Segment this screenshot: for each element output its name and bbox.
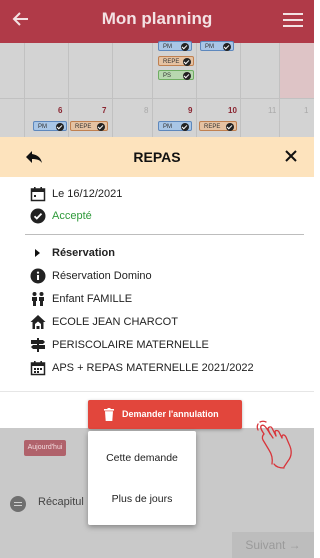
check-icon — [226, 123, 234, 131]
tag-pm[interactable]: PM — [158, 121, 192, 131]
info-icon — [30, 268, 46, 284]
option-this-request[interactable]: Cette demande — [88, 452, 196, 464]
tag-pm[interactable]: PM — [33, 121, 67, 131]
day-number: 1 — [304, 106, 309, 115]
app-header: Mon planning — [0, 0, 314, 43]
check-icon — [223, 43, 231, 51]
day-number: 9 — [188, 106, 193, 115]
calendar-highlight-column — [279, 43, 314, 98]
day-number: 8 — [144, 106, 149, 115]
day-number: 10 — [228, 106, 237, 115]
check-icon — [183, 72, 191, 80]
pointing-hand-icon — [256, 420, 292, 469]
cancel-button-label: Demander l'annulation — [122, 409, 219, 419]
tag-repe[interactable]: REPE — [199, 121, 237, 131]
tag-pm[interactable]: PM — [200, 41, 234, 51]
modal-title: REPAS — [133, 149, 181, 165]
tag-pm[interactable]: PM — [158, 41, 192, 51]
cancellation-options-menu: Cette demande Plus de jours — [88, 431, 196, 525]
school-icon — [30, 315, 46, 329]
close-icon[interactable] — [283, 148, 299, 164]
today-button[interactable]: Aujourd'hui — [24, 440, 66, 456]
tag-repe[interactable]: REPE — [70, 121, 108, 131]
hamburger-menu-icon[interactable] — [282, 10, 304, 30]
calendar-icon — [30, 187, 46, 202]
status-text: Accepté — [52, 210, 92, 222]
trash-icon — [104, 408, 114, 421]
next-button[interactable]: Suivant → — [232, 532, 314, 558]
meal-detail-modal: REPAS Le 16/12/2021 Accepté Réservation — [0, 137, 314, 428]
check-icon — [97, 123, 105, 131]
request-cancellation-button[interactable]: Demander l'annulation — [88, 400, 242, 429]
calendar-grid: PM PM REPE PS 6 7 8 9 10 11 1 PM REPE PM… — [0, 41, 314, 138]
option-more-days[interactable]: Plus de jours — [88, 493, 196, 505]
calendar-icon — [30, 361, 46, 376]
recap-label[interactable]: Récapitul — [38, 496, 84, 508]
reservation-heading: Réservation — [52, 247, 115, 259]
check-circle-icon — [30, 208, 46, 224]
tag-repe[interactable]: REPE — [158, 56, 194, 66]
list-icon — [10, 496, 26, 512]
caret-right-icon — [35, 249, 40, 257]
check-icon — [181, 43, 189, 51]
check-icon — [181, 123, 189, 131]
day-number: 7 — [102, 106, 107, 115]
tag-ps[interactable]: PS — [158, 70, 194, 80]
check-icon — [56, 123, 64, 131]
family-icon — [32, 292, 44, 306]
day-number: 6 — [58, 106, 63, 115]
page-title: Mon planning — [101, 9, 213, 28]
day-number: 11 — [268, 106, 277, 115]
check-icon — [183, 58, 191, 66]
date-text: Le 16/12/2021 — [52, 188, 123, 200]
divider — [25, 234, 304, 235]
signpost-icon — [31, 338, 45, 352]
modal-header: REPAS — [0, 137, 314, 177]
divider — [0, 391, 314, 392]
